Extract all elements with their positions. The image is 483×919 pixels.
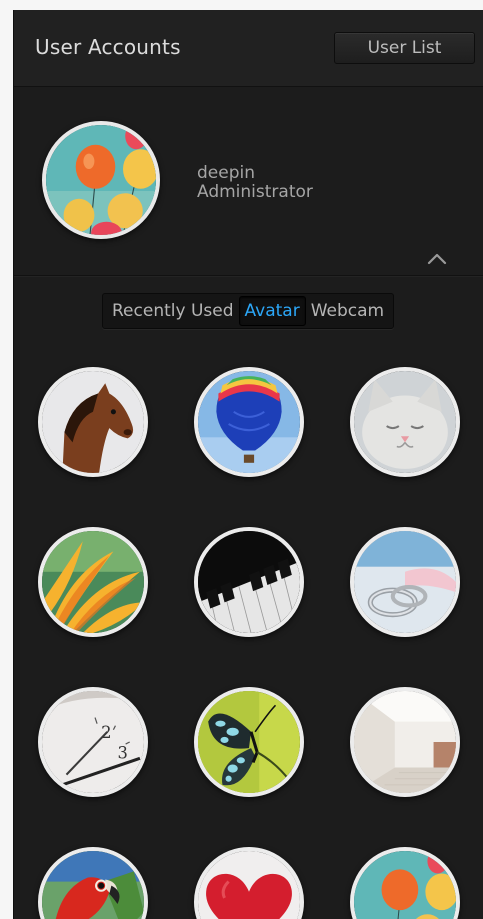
panel-header: User Accounts User List [14,10,483,87]
tab-recently-used[interactable]: Recently Used [107,297,239,325]
horse-avatar-icon[interactable] [38,367,148,477]
cat-avatar-icon[interactable] [350,367,460,477]
svg-text:3: 3 [117,743,127,762]
parrot-avatar-icon[interactable] [38,847,148,919]
balloons-avatar-icon[interactable] [350,847,460,919]
avatar-source-tabs: Recently Used Avatar Webcam [102,293,395,329]
balloons-avatar-icon[interactable] [42,121,160,239]
tab-webcam[interactable]: Webcam [306,297,389,325]
collapse-chevron-icon[interactable] [423,245,451,273]
flower-avatar-icon[interactable] [38,527,148,637]
rings-avatar-icon[interactable] [350,527,460,637]
current-user-row[interactable]: deepin Administrator [14,87,483,276]
heart-avatar-icon[interactable] [194,847,304,919]
user-accounts-panel: User Accounts User List deepin Administr… [13,10,483,919]
butterfly-avatar-icon[interactable] [194,687,304,797]
tab-avatar[interactable]: Avatar [238,296,306,326]
hot-air-balloon-avatar-icon[interactable] [194,367,304,477]
user-name: deepin [197,163,255,183]
user-account-type: Administrator [197,182,313,202]
user-list-button[interactable]: User List [334,32,475,64]
page-title: User Accounts [35,35,181,59]
room-avatar-icon[interactable] [350,687,460,797]
clock-avatar-icon[interactable]: 2 3 [38,687,148,797]
piano-keys-avatar-icon[interactable] [194,527,304,637]
